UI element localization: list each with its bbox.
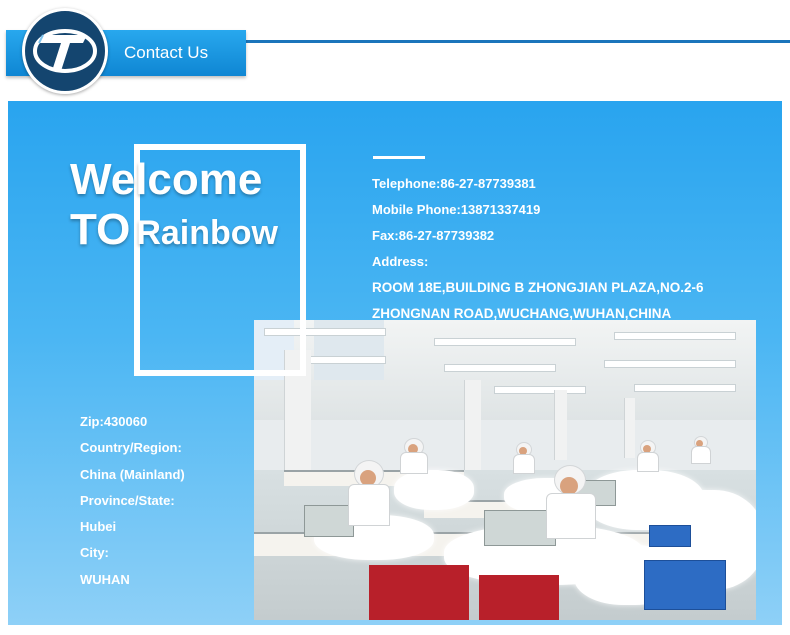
contact-banner: Welcome TO Rainbow Telephone:86-27-877393… — [8, 101, 782, 625]
brand-name: Rainbow — [136, 214, 278, 252]
rainbow-t-logo-icon[interactable] — [22, 8, 108, 94]
province-value: Hubei — [80, 519, 117, 535]
header-divider-line — [180, 40, 790, 43]
welcome-heading: Welcome — [70, 155, 263, 204]
mobile-phone-text: Mobile Phone:13871337419 — [372, 202, 541, 217]
address-line-1: ROOM 18E,BUILDING B ZHONGJIAN PLAZA,NO.2… — [372, 280, 704, 295]
accent-line — [373, 156, 425, 159]
contact-details: Telephone:86-27-87739381 Mobile Phone:13… — [372, 171, 704, 327]
welcome-subheading: TO Rainbow — [70, 208, 278, 253]
city-label: City: — [80, 545, 109, 561]
address-label: Address: — [372, 254, 429, 269]
contact-us-title: Contact Us — [124, 43, 209, 62]
header: Contact Us — [0, 0, 790, 94]
country-label: Country/Region: — [80, 440, 182, 456]
province-label: Province/State: — [80, 492, 175, 508]
fax-text: Fax:86-27-87739382 — [372, 228, 495, 243]
country-value: China (Mainland) — [80, 466, 185, 482]
to-word: TO — [70, 205, 131, 254]
address-line-2: ZHONGNAN ROAD,WUCHANG,WUHAN,CHINA — [372, 306, 672, 321]
factory-workshop-photo — [254, 320, 756, 620]
city-value: WUHAN — [80, 571, 130, 587]
location-details: Zip:430060 Country/Region: China (Mainla… — [80, 409, 185, 593]
zip-text: Zip:430060 — [80, 414, 148, 429]
telephone-text: Telephone:86-27-87739381 — [372, 176, 536, 191]
